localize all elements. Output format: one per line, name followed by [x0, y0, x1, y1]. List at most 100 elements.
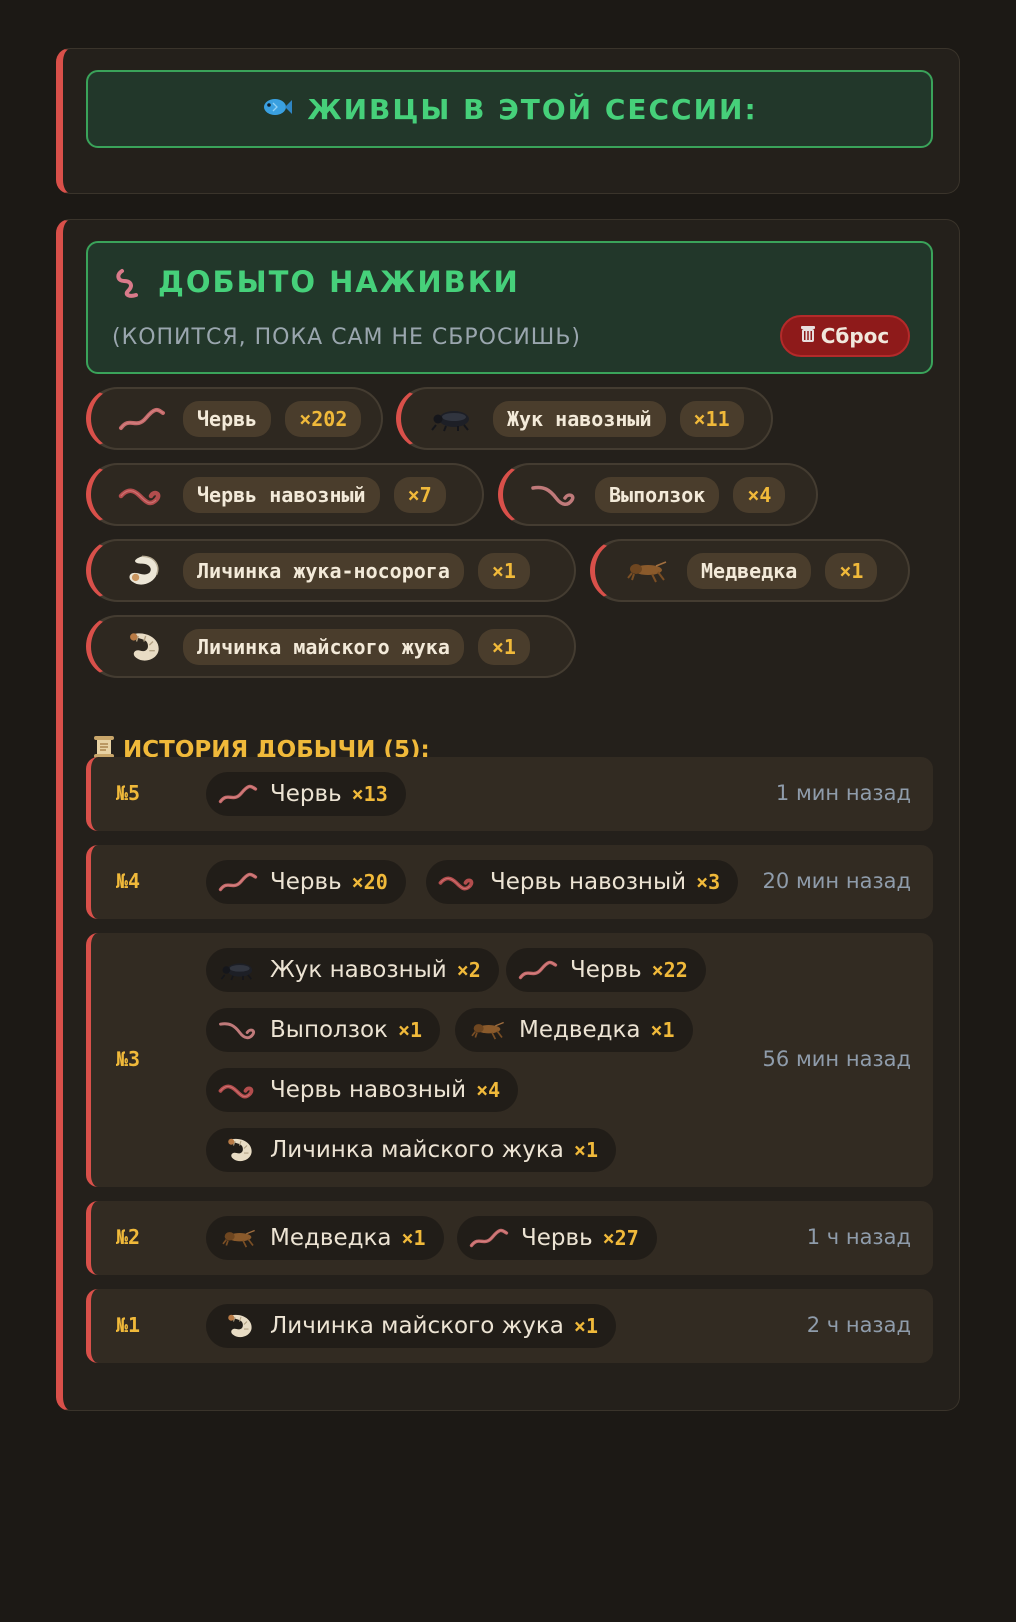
history-item-count: ×4	[476, 1078, 501, 1102]
history-item-count: ×20	[351, 870, 388, 894]
history-item-count: ×1	[573, 1138, 598, 1162]
bait-item-name: Жук навозный	[493, 400, 666, 437]
bait-header: ДОБЫТО НАЖИВКИ (КОПИТСЯ, ПОКА САМ НЕ СБР…	[86, 241, 933, 374]
bait-panel: ДОБЫТО НАЖИВКИ (КОПИТСЯ, ПОКА САМ НЕ СБР…	[56, 219, 960, 1411]
history-num: №2	[116, 1225, 141, 1249]
history-num: №4	[116, 869, 141, 893]
bait-item-name: Медведка	[687, 552, 812, 589]
history-num: №5	[116, 781, 141, 805]
earthworm-icon	[218, 779, 258, 809]
history-item: Медведка ×1	[206, 1216, 444, 1260]
rhino-beetle-larva-icon	[113, 551, 171, 591]
dung-worm-icon	[218, 1075, 258, 1105]
history-item: Личинка майского жука ×1	[206, 1128, 616, 1172]
earthworm-icon	[218, 867, 258, 897]
trash-icon	[800, 324, 815, 348]
session-panel: ЖИВЦЫ В ЭТОЙ СЕССИИ:	[56, 48, 960, 194]
history-item: Червь навозный ×4	[206, 1068, 519, 1112]
bait-item-chip: Медведка ×1	[590, 539, 910, 602]
history-row: №3 Жук навозный ×2 Червь ×22 Выползок ×1…	[86, 933, 933, 1187]
session-header: ЖИВЦЫ В ЭТОЙ СЕССИИ:	[86, 70, 933, 148]
dung-beetle-icon	[423, 399, 481, 439]
bait-item-count: ×1	[825, 552, 878, 589]
reset-button[interactable]: Сброс	[780, 315, 910, 357]
bait-item-count: ×11	[679, 400, 744, 437]
history-time: 2 ч назад	[806, 1313, 911, 1337]
history-item: Выползок ×1	[206, 1008, 441, 1052]
cockchafer-larva-icon	[113, 627, 171, 667]
nightcrawler-icon	[218, 1015, 258, 1045]
cockchafer-larva-icon	[218, 1311, 258, 1341]
history-row: №5 Червь ×13 1 мин назад	[86, 757, 933, 831]
history-item-name: Червь	[521, 1225, 593, 1251]
bait-item-name: Червь	[183, 400, 272, 437]
history-item-count: ×1	[397, 1018, 423, 1042]
bait-item-chip: Личинка майского жука ×1	[86, 615, 576, 678]
history-item-name: Червь навозный	[270, 1077, 467, 1103]
dung-worm-icon	[113, 475, 171, 515]
history-row: №1 Личинка майского жука ×1 2 ч назад	[86, 1289, 933, 1363]
history-row: №2 Медведка ×1 Червь ×27 1 ч назад	[86, 1201, 933, 1275]
history-item: Личинка майского жука ×1	[206, 1304, 616, 1348]
history-item-name: Выползок	[270, 1017, 388, 1043]
worm-icon	[114, 267, 144, 303]
bait-item-name: Выползок	[595, 476, 720, 513]
mole-cricket-icon	[218, 1223, 258, 1253]
bait-item-count: ×7	[393, 476, 446, 513]
reset-label: Сброс	[820, 324, 890, 348]
bait-item-count: ×1	[477, 552, 530, 589]
dung-beetle-icon	[218, 955, 258, 985]
history-item-count: ×1	[650, 1018, 675, 1042]
history-item-count: ×22	[651, 958, 688, 982]
history-item-name: Червь навозный	[490, 869, 687, 895]
bait-subtitle: (КОПИТСЯ, ПОКА САМ НЕ СБРОСИШЬ)	[112, 325, 581, 350]
history-item: Червь навозный ×3	[426, 860, 739, 904]
bait-item-name: Червь навозный	[183, 476, 380, 513]
history-item-count: ×1	[573, 1314, 598, 1338]
bait-item-chip: Личинка жука-носорога ×1	[86, 539, 576, 602]
history-item: Жук навозный ×2	[206, 948, 499, 992]
history-item: Червь ×20	[206, 860, 406, 904]
bait-item-chip: Червь ×202	[86, 387, 383, 450]
history-item: Медведка ×1	[455, 1008, 693, 1052]
dung-worm-icon	[438, 867, 478, 897]
history-item-count: ×27	[602, 1226, 639, 1250]
cockchafer-larva-icon	[218, 1135, 258, 1165]
history-item-name: Медведка	[519, 1017, 641, 1043]
history-time: 1 ч назад	[806, 1225, 911, 1249]
bait-item-chip: Жук навозный ×11	[396, 387, 773, 450]
history-item-name: Жук навозный	[270, 957, 447, 983]
bait-item-count: ×1	[477, 628, 530, 665]
history-item: Червь ×27	[457, 1216, 657, 1260]
history-time: 20 мин назад	[762, 869, 911, 893]
history-item-count: ×1	[401, 1226, 426, 1250]
history-time: 1 мин назад	[775, 781, 911, 805]
history-item-count: ×2	[456, 958, 481, 982]
bait-item-count: ×4	[733, 476, 786, 513]
history-item-name: Личинка майского жука	[270, 1313, 564, 1339]
history-item-name: Личинка майского жука	[270, 1137, 564, 1163]
earthworm-icon	[469, 1223, 509, 1253]
bait-item-chip: Червь навозный ×7	[86, 463, 484, 526]
session-title: ЖИВЦЫ В ЭТОЙ СЕССИИ:	[307, 92, 758, 126]
fish-icon	[261, 94, 293, 124]
history-item-name: Червь	[570, 957, 642, 983]
history-time: 56 мин назад	[762, 1047, 911, 1071]
mole-cricket-icon	[617, 551, 675, 591]
mole-cricket-icon	[467, 1015, 507, 1045]
history-item-count: ×3	[696, 870, 721, 894]
history-num: №3	[116, 1047, 141, 1071]
history-item-name: Медведка	[270, 1225, 392, 1251]
earthworm-icon	[518, 955, 558, 985]
history-item-name: Червь	[270, 781, 342, 807]
history-item: Червь ×22	[506, 948, 706, 992]
history-num: №1	[116, 1313, 141, 1337]
bait-item-count: ×202	[285, 400, 362, 437]
bait-title: ДОБЫТО НАЖИВКИ	[158, 265, 520, 299]
history-item-name: Червь	[270, 869, 342, 895]
history-item: Червь ×13	[206, 772, 406, 816]
bait-item-name: Личинка майского жука	[183, 628, 464, 665]
history-item-count: ×13	[351, 782, 388, 806]
bait-item-name: Личинка жука-носорога	[183, 552, 464, 589]
earthworm-icon	[113, 399, 171, 439]
